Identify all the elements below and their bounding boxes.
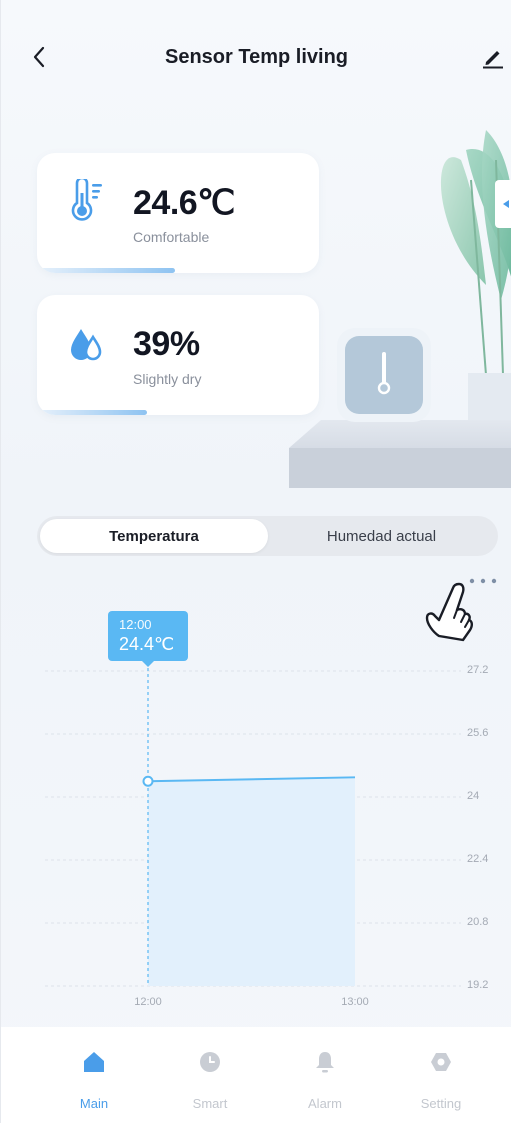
edit-button[interactable]	[481, 44, 505, 70]
nav-label-main: Main	[79, 1096, 109, 1111]
chart-tooltip: 12:00 24.4℃	[108, 611, 188, 667]
header: Sensor Temp living	[1, 0, 511, 110]
y-tick-label: 19.2	[467, 979, 489, 991]
bell-icon	[316, 1052, 334, 1073]
tooltip-time: 12:00	[119, 617, 152, 632]
nav-label-setting: Setting	[420, 1096, 462, 1111]
metric-tabs: Temperatura Humedad actual	[37, 516, 498, 556]
temperature-value: 24.6℃	[133, 184, 235, 222]
app-screen: Sensor Temp living 24.6℃ Comfortable 39%	[0, 0, 511, 1123]
temperature-level-bar	[37, 268, 175, 273]
y-tick-label: 25.6	[467, 727, 489, 739]
tooltip-value: 24.4℃	[119, 634, 175, 654]
nav-item-smart[interactable]: Smart	[165, 1049, 255, 1111]
humidity-value: 39%	[133, 325, 200, 363]
y-tick-label: 24	[467, 790, 480, 802]
pencil-icon	[483, 51, 503, 69]
temperature-card: 24.6℃ Comfortable	[37, 153, 319, 273]
clock-icon	[200, 1052, 220, 1072]
series-area	[148, 777, 355, 986]
nav-item-main[interactable]: Main	[49, 1049, 139, 1111]
home-icon	[84, 1052, 104, 1072]
thermometer-icon	[71, 179, 102, 221]
humidity-card: 39% Slightly dry	[37, 295, 319, 415]
temperature-chart: 27.2 25.6 24 22.4 20.8 19.2 12:00 13:00 12:00 …	[1, 600, 511, 1020]
humidity-status: Slightly dry	[133, 371, 202, 387]
nav-item-alarm[interactable]: Alarm	[280, 1049, 370, 1111]
y-tick-label: 27.2	[467, 664, 489, 676]
nav-item-setting[interactable]: Setting	[396, 1049, 486, 1111]
y-tick-label: 22.4	[467, 853, 489, 865]
temperature-status: Comfortable	[133, 229, 210, 245]
tab-humedad-actual[interactable]: Humedad actual	[268, 519, 495, 553]
y-tick-label: 20.8	[467, 916, 489, 928]
page-title: Sensor Temp living	[165, 46, 348, 68]
x-tick-label: 13:00	[341, 996, 369, 1008]
water-drop-icon	[71, 329, 102, 361]
x-tick-label: 12:00	[134, 996, 162, 1008]
humidity-level-bar	[37, 410, 147, 415]
room-illustration	[289, 130, 511, 488]
chart-plot	[45, 668, 461, 987]
nav-label-smart: Smart	[192, 1096, 228, 1111]
bottom-nav: Main Smart Alarm Setting	[1, 1027, 511, 1123]
data-point[interactable]	[142, 775, 154, 787]
nav-label-alarm: Alarm	[308, 1096, 342, 1111]
settings-icon	[431, 1053, 451, 1071]
tab-temperatura[interactable]: Temperatura	[40, 519, 268, 553]
